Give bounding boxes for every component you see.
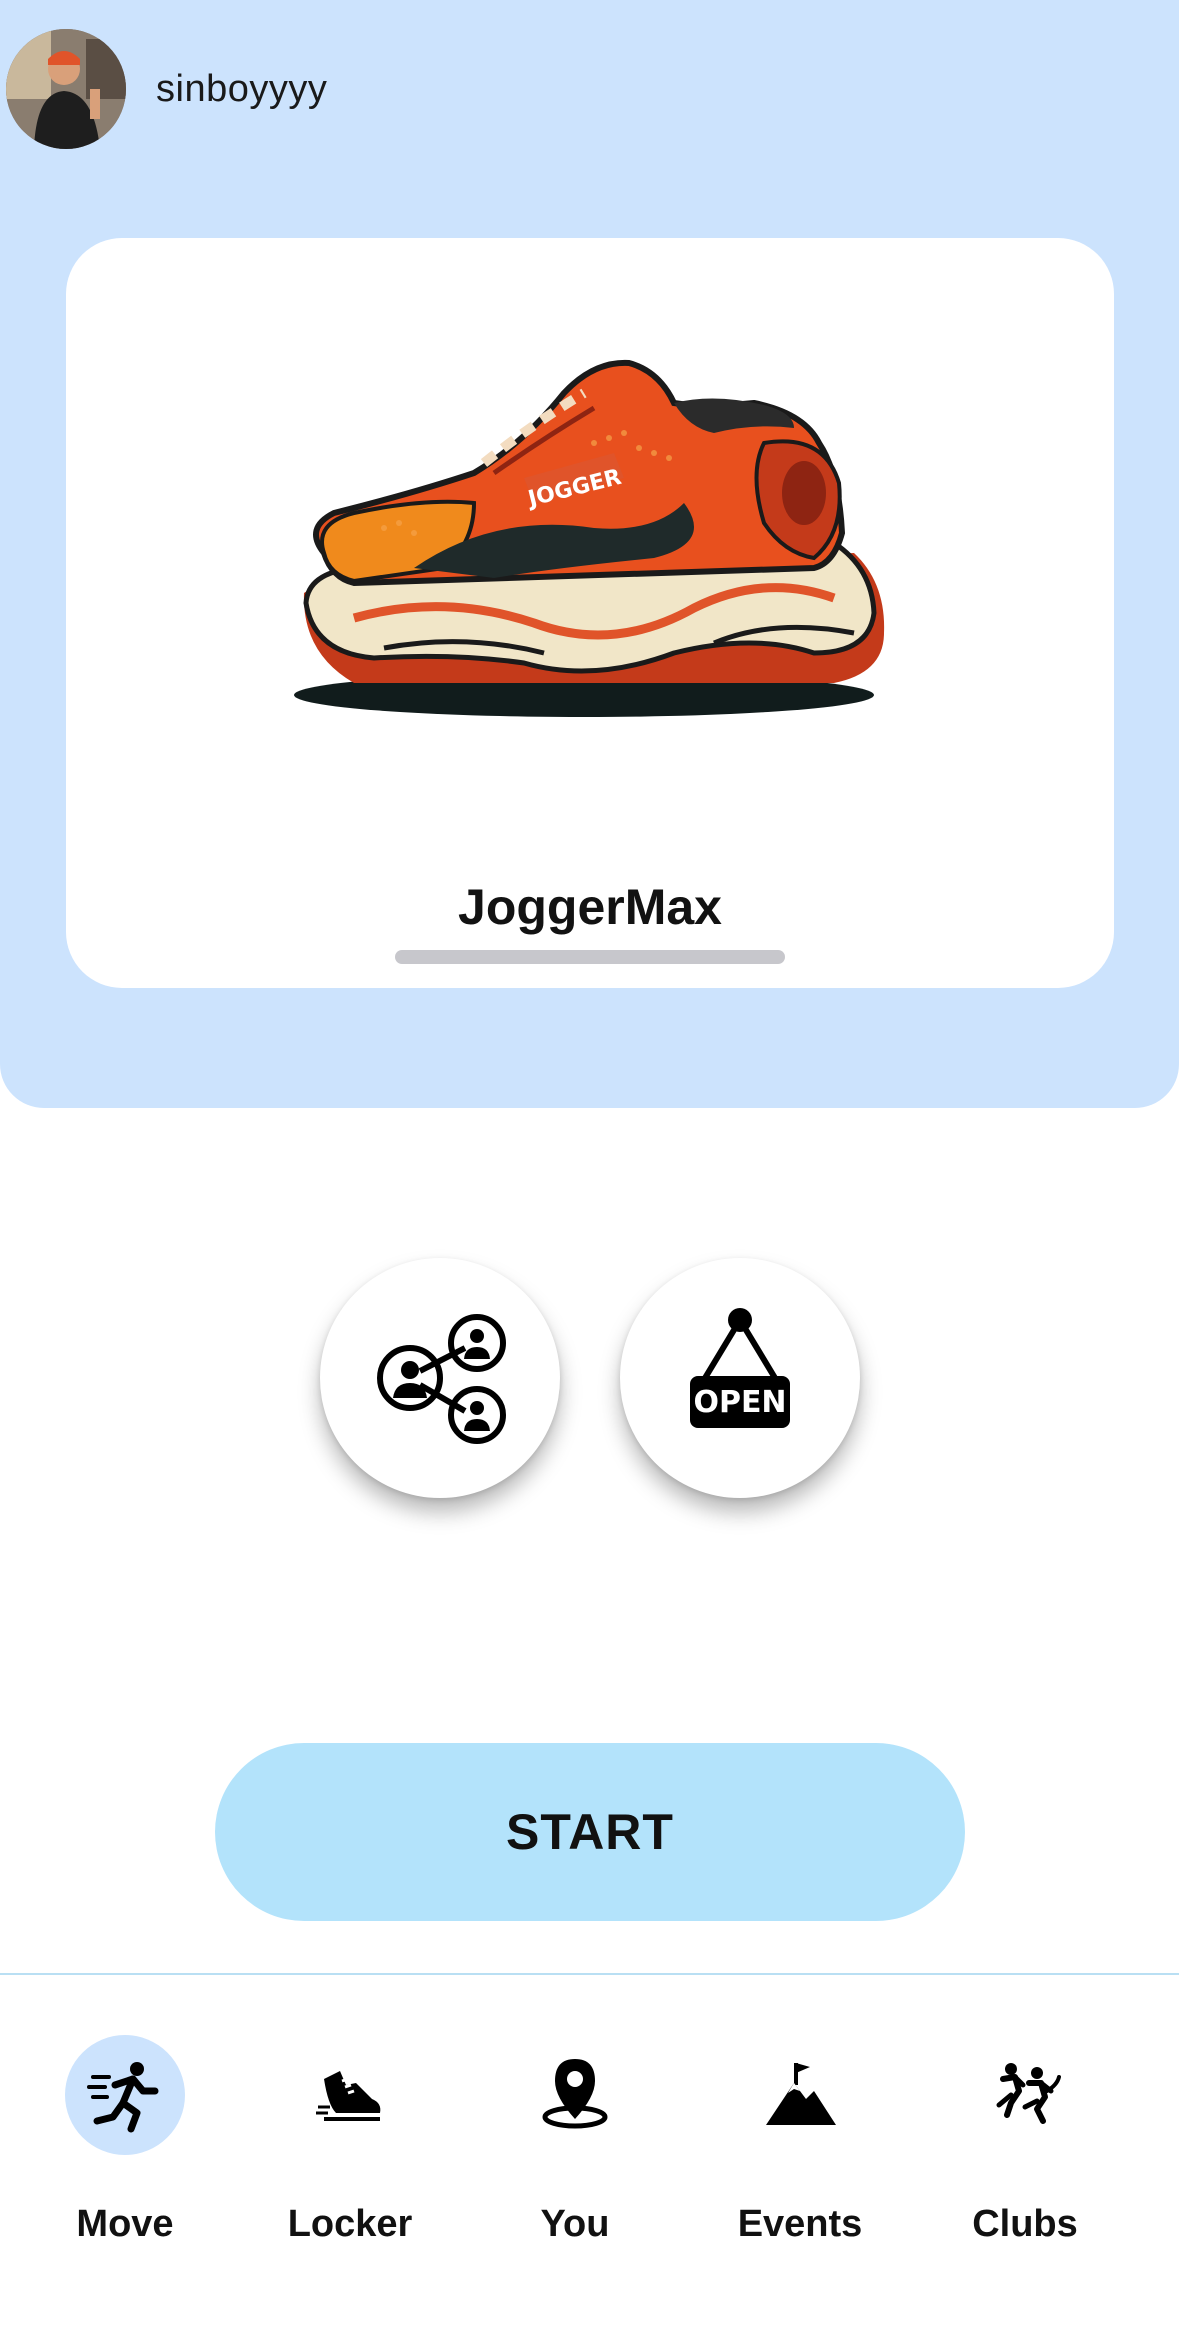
location-pin-icon bbox=[515, 2035, 635, 2155]
shoe-card[interactable]: JOGGER JoggerMax bbox=[66, 238, 1114, 988]
open-sign-icon: OPEN bbox=[690, 1308, 790, 1428]
user-profile-row[interactable]: sinboyyyy bbox=[6, 29, 327, 149]
tab-locker[interactable]: Locker bbox=[240, 2035, 460, 2275]
tab-events[interactable]: Events bbox=[690, 2035, 910, 2275]
group-runners-icon bbox=[965, 2035, 1085, 2155]
avatar[interactable] bbox=[6, 29, 126, 149]
app-root: sinboyyyy JOGGER JoggerMax OPEN START Mo… bbox=[0, 0, 1179, 2349]
tab-you[interactable]: You bbox=[465, 2035, 685, 2275]
open-sign-text: OPEN bbox=[693, 1385, 786, 1420]
share-network-button[interactable] bbox=[320, 1258, 560, 1498]
tab-label-locker: Locker bbox=[287, 2203, 413, 2245]
shoe-image: JOGGER bbox=[294, 353, 894, 733]
sneaker-icon bbox=[290, 2035, 410, 2155]
share-users-icon bbox=[377, 1314, 506, 1444]
bottom-tab-bar: Move Locker You Events Clubs bbox=[0, 1973, 1179, 2349]
mountain-flag-icon bbox=[740, 2035, 860, 2155]
sneaker-illustration-icon: JOGGER bbox=[294, 359, 885, 717]
tab-label-events: Events bbox=[737, 2203, 863, 2245]
tab-move[interactable]: Move bbox=[15, 2035, 235, 2275]
start-button[interactable]: START bbox=[215, 1743, 965, 1921]
runner-icon bbox=[65, 2035, 185, 2155]
card-indicator-bar[interactable] bbox=[395, 950, 785, 964]
open-status-button[interactable]: OPEN bbox=[620, 1258, 860, 1498]
tab-label-clubs: Clubs bbox=[972, 2203, 1078, 2245]
shoe-name: JoggerMax bbox=[458, 879, 722, 935]
avatar-photo-icon bbox=[6, 29, 126, 149]
tab-label-move: Move bbox=[76, 2203, 174, 2245]
hero-section: sinboyyyy JOGGER JoggerMax bbox=[0, 0, 1179, 1108]
username-label: sinboyyyy bbox=[156, 67, 328, 110]
tab-clubs[interactable]: Clubs bbox=[915, 2035, 1135, 2275]
tab-label-you: You bbox=[540, 2203, 610, 2245]
